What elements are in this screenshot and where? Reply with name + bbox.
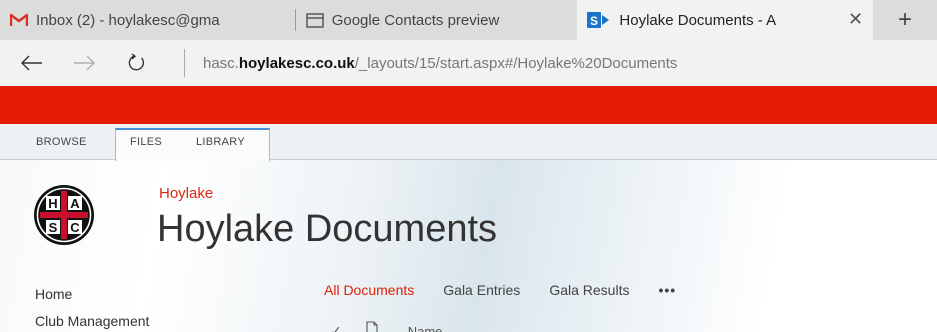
- page-title: Hoylake Documents: [157, 208, 498, 250]
- quick-launch-item-club-management[interactable]: Club Management: [35, 311, 149, 332]
- logo-letter-a: A: [70, 196, 80, 211]
- logo-letter-h: H: [48, 196, 57, 211]
- tab-gmail-inbox[interactable]: Inbox (2) - hoylakesc@gma: [0, 0, 295, 40]
- url-prefix: hasc.: [203, 54, 239, 72]
- ribbon-tab-library[interactable]: LIBRARY: [196, 136, 245, 148]
- quick-launch: Home Club Management: [35, 284, 149, 332]
- url-field[interactable]: hasc.hoylakesc.co.uk/_layouts/15/start.a…: [203, 55, 677, 72]
- tab-hoylake-documents[interactable]: S Hoylake Documents - A ✕: [577, 0, 874, 40]
- tab-title: Inbox (2) - hoylakesc@gma: [36, 11, 220, 29]
- refresh-icon: [128, 53, 145, 71]
- back-button[interactable]: [6, 40, 58, 86]
- suite-bar: [0, 86, 937, 124]
- document-type-icon: [366, 321, 378, 332]
- address-bar: hasc.hoylakesc.co.uk/_layouts/15/start.a…: [0, 40, 937, 86]
- column-header-name[interactable]: Name: [408, 324, 443, 332]
- ribbon-tab-browse[interactable]: BROWSE: [36, 136, 87, 148]
- arrow-right-icon: [74, 55, 95, 71]
- arrow-left-icon: [21, 55, 42, 71]
- tab-google-contacts[interactable]: Google Contacts preview: [296, 0, 578, 40]
- ribbon: BROWSE FILES LIBRARY: [0, 124, 937, 161]
- url-path: /_layouts/15/start.aspx#/Hoylake%20Docum…: [354, 54, 678, 72]
- new-tab-button[interactable]: +: [873, 0, 937, 40]
- club-logo[interactable]: H A S C: [33, 184, 95, 246]
- svg-text:S: S: [590, 14, 598, 28]
- refresh-button[interactable]: [110, 40, 162, 86]
- quick-launch-item-home[interactable]: Home: [35, 284, 149, 311]
- url-domain: hoylakesc.co.uk: [238, 54, 355, 72]
- browser-window: Inbox (2) - hoylakesc@gma Google Contact…: [0, 0, 937, 332]
- close-tab-icon[interactable]: ✕: [848, 10, 863, 28]
- sharepoint-icon: S: [587, 11, 611, 29]
- window-icon: [306, 12, 324, 28]
- tab-title: Hoylake Documents - A: [619, 11, 777, 29]
- logo-letter-c: C: [70, 220, 80, 235]
- view-selector: All Documents Gala Entries Gala Results …: [324, 282, 676, 298]
- parent-site-link[interactable]: Hoylake: [159, 185, 213, 202]
- logo-letter-s: S: [49, 220, 58, 235]
- view-all-documents[interactable]: All Documents: [324, 282, 414, 298]
- view-gala-results[interactable]: Gala Results: [549, 282, 629, 298]
- list-column-header: ✓ Name: [330, 321, 442, 332]
- tab-title: Google Contacts preview: [331, 11, 500, 29]
- tab-strip: Inbox (2) - hoylakesc@gma Google Contact…: [0, 0, 937, 40]
- sharepoint-page: BROWSE FILES LIBRARY H A S C Hoylake Hoy…: [0, 124, 937, 332]
- forward-button[interactable]: [58, 40, 110, 86]
- view-gala-entries[interactable]: Gala Entries: [443, 282, 520, 298]
- gmail-icon: [10, 13, 28, 27]
- more-views-icon[interactable]: •••: [658, 282, 676, 298]
- address-separator: [184, 49, 185, 77]
- select-all-check-icon[interactable]: ✓: [330, 323, 342, 332]
- ribbon-tab-files[interactable]: FILES: [130, 136, 162, 148]
